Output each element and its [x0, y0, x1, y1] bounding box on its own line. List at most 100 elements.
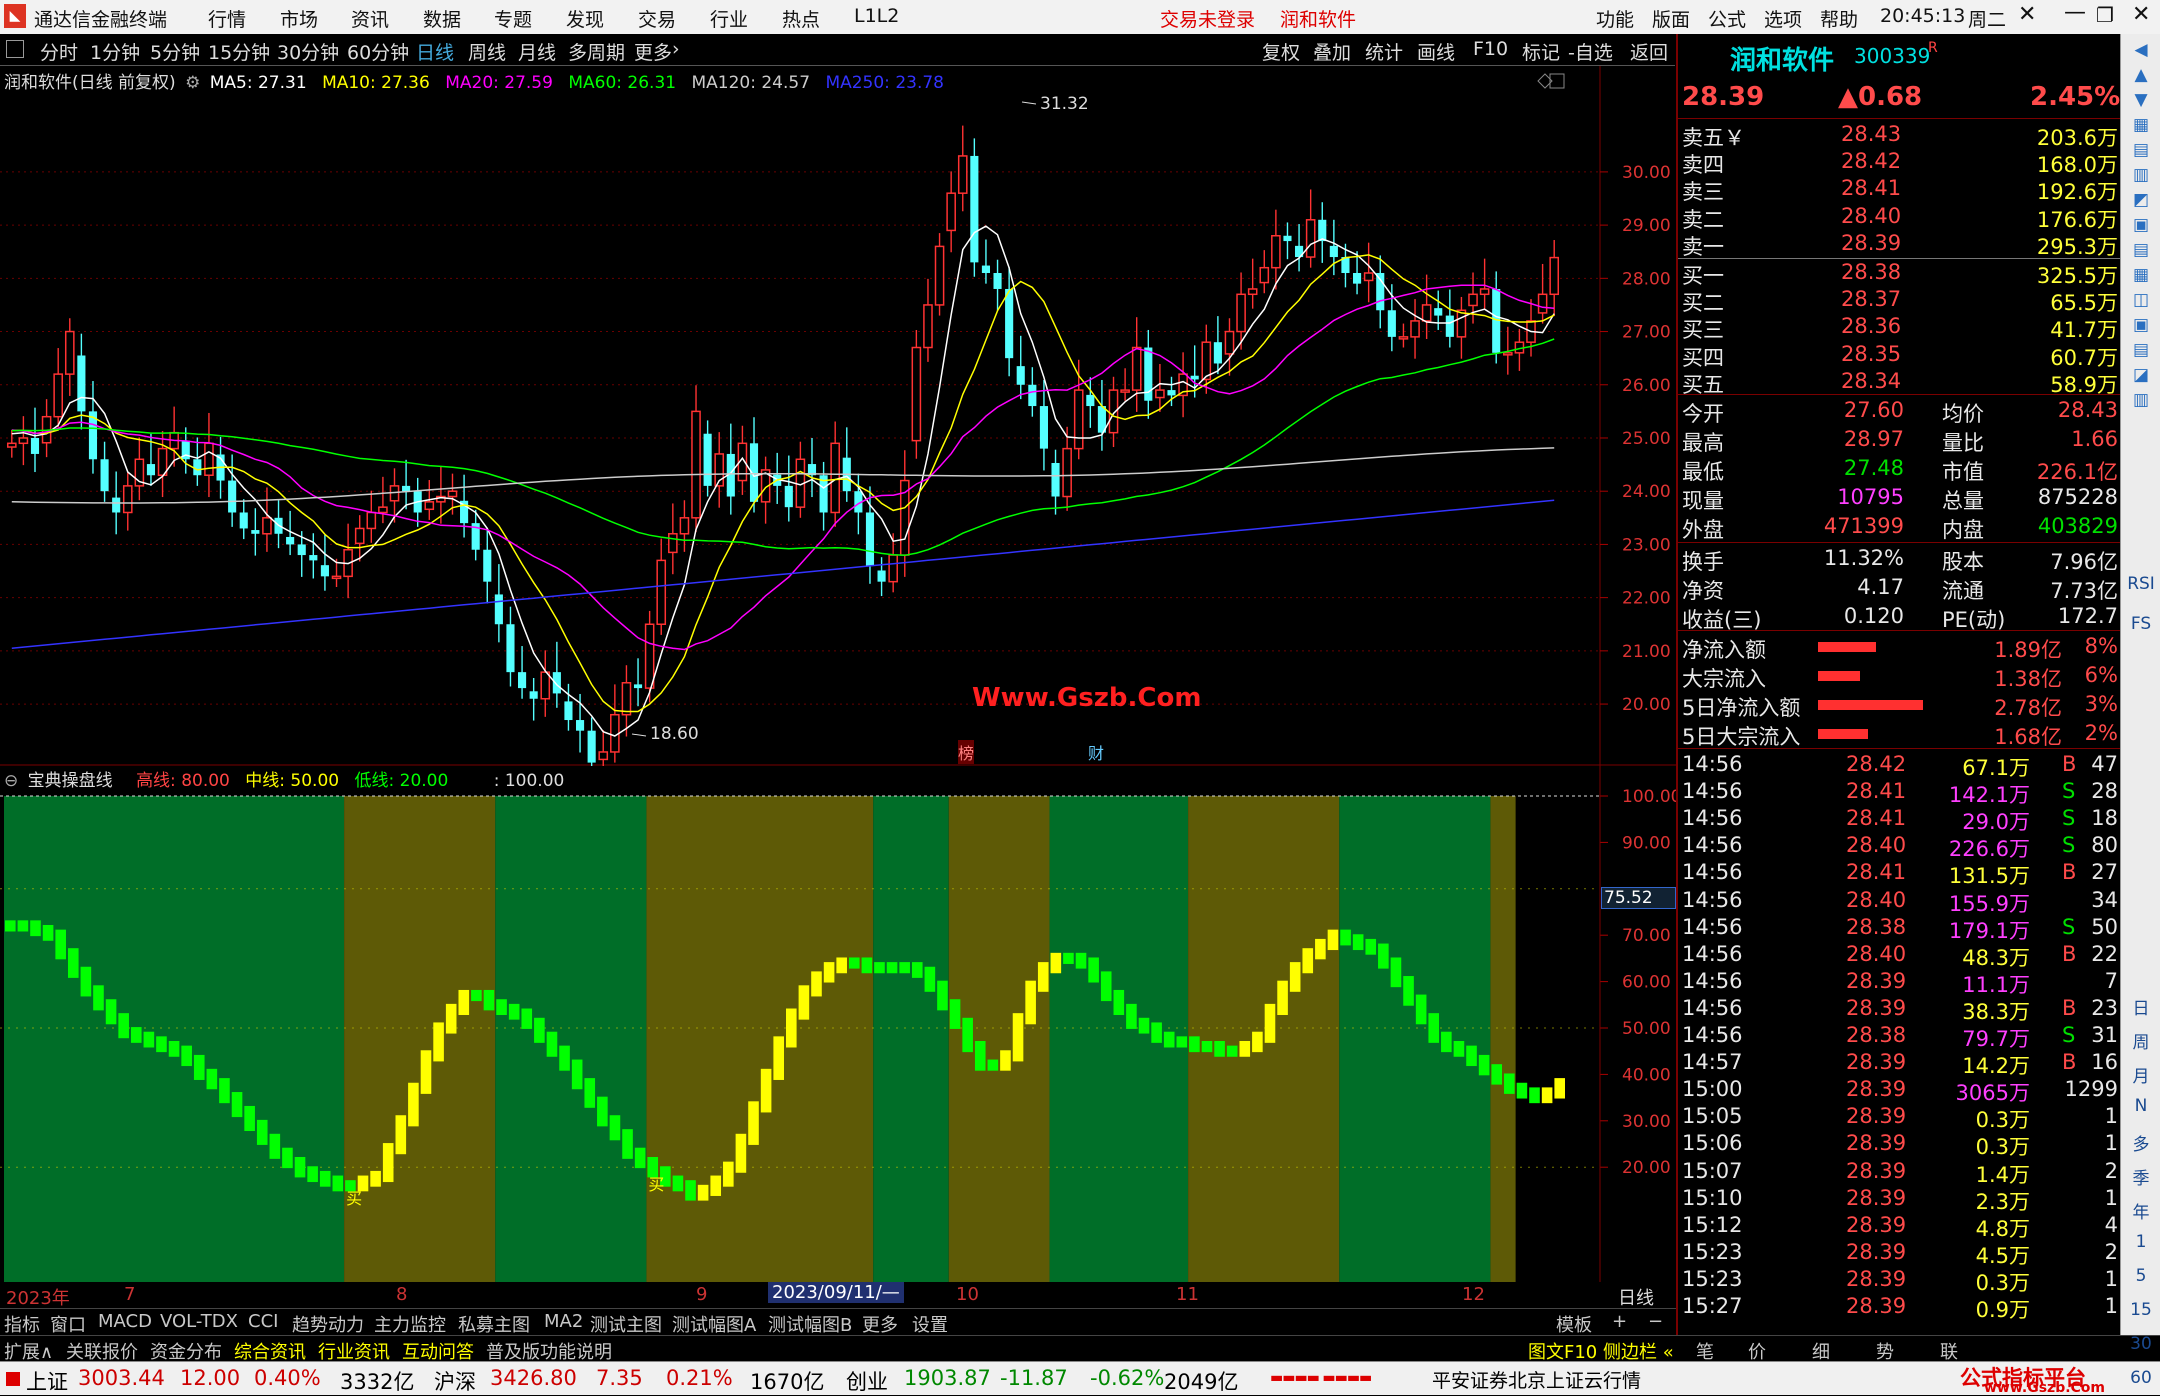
side-tool-icon[interactable]: ▣	[2121, 315, 2160, 335]
index-name[interactable]: 上证	[26, 1366, 68, 1396]
side-period-button[interactable]: 60	[2121, 1368, 2160, 1388]
side-tool-icon[interactable]: ◫	[2121, 290, 2160, 310]
side-tool-icon[interactable]: ▼	[2121, 90, 2160, 110]
side-period-button[interactable]: FS	[2121, 614, 2160, 634]
index-name[interactable]: 沪深	[434, 1366, 476, 1396]
index-name[interactable]: 创业	[846, 1366, 888, 1396]
indicator-tab[interactable]: VOL-TDX	[160, 1311, 238, 1332]
period-tab[interactable]: 多周期	[568, 38, 625, 65]
tool-button[interactable]: 返回	[1630, 38, 1668, 65]
indicator-tab[interactable]: 窗口	[50, 1311, 86, 1337]
menu-item[interactable]: 行业	[710, 5, 748, 32]
side-period-button[interactable]: 日	[2121, 994, 2160, 1019]
kline-chart[interactable]: 30.00 29.00 28.00 27.00 26.00 25.00 24.00 23.00…	[0, 66, 1676, 781]
side-period-button[interactable]: 月	[2121, 1062, 2160, 1087]
side-tool-icon[interactable]: ▥	[2121, 165, 2160, 185]
window-restore-icon[interactable]: ❐	[2096, 3, 2114, 27]
menu-item[interactable]: L1L2	[854, 5, 899, 27]
period-tab[interactable]: 分时	[40, 38, 78, 65]
remove-button[interactable]: −	[1648, 1311, 1663, 1332]
panel-toggle-icon[interactable]	[6, 40, 24, 58]
index-pct: 0.40%	[254, 1366, 321, 1390]
indicator-tab[interactable]: 指标	[4, 1311, 40, 1337]
collapse-icon[interactable]: ⊖	[4, 771, 18, 791]
tick-side: S	[2062, 833, 2076, 858]
menu-item[interactable]: 行情	[208, 5, 246, 32]
side-period-button[interactable]: 5	[2121, 1266, 2160, 1286]
menu-item[interactable]: 热点	[782, 5, 820, 32]
indicator-tab[interactable]: 趋势动力	[292, 1311, 364, 1337]
indicator-tab[interactable]: 私募主图	[458, 1311, 530, 1337]
menu-item[interactable]: 选项	[1764, 5, 1802, 32]
period-tab[interactable]: 月线	[518, 38, 556, 65]
indicator-tab[interactable]: MACD	[98, 1311, 152, 1332]
period-tab[interactable]: 周线	[468, 38, 506, 65]
tool-button[interactable]: F10	[1473, 38, 1508, 60]
menu-item[interactable]: 版面	[1652, 5, 1690, 32]
bang-badge[interactable]: 榜	[958, 740, 975, 764]
candle-body	[483, 549, 492, 582]
side-period-button[interactable]: 年	[2121, 1198, 2160, 1223]
indicator-tab[interactable]: MA2	[544, 1311, 583, 1332]
indicator-tab[interactable]: 测试幅图A	[672, 1311, 756, 1337]
menu-item[interactable]: 公式	[1708, 5, 1746, 32]
indicator-svg[interactable]: 买买100.0090.0070.0060.0050.0040.0030.0020…	[0, 766, 1681, 1282]
indicator-tab[interactable]: 主力监控	[374, 1311, 446, 1337]
indicator-chart[interactable]: 买买 100.00 90.00 70.00 60.00 50.00 40.00 30.00 20…	[0, 766, 1681, 1282]
menu-item[interactable]: 市场	[280, 5, 318, 32]
side-tool-icon[interactable]: ▦	[2121, 265, 2160, 285]
period-tab[interactable]: 30分钟	[277, 38, 339, 65]
indicator-tab[interactable]: 设置	[912, 1311, 948, 1337]
menu-item[interactable]: 帮助	[1820, 5, 1858, 32]
side-tool-icon[interactable]: ▣	[2121, 215, 2160, 235]
side-tool-icon[interactable]: ◪	[2121, 365, 2160, 385]
indicator-tab[interactable]: 更多	[862, 1311, 898, 1337]
menu-item[interactable]: 功能	[1596, 5, 1634, 32]
tool-button[interactable]: 复权	[1262, 38, 1300, 65]
menu-item[interactable]: 数据	[423, 5, 461, 32]
side-period-button[interactable]: 1	[2121, 1232, 2160, 1252]
side-tool-icon[interactable]: ▤	[2121, 140, 2160, 160]
side-period-button[interactable]: N	[2121, 1096, 2160, 1116]
side-period-button[interactable]: 多	[2121, 1130, 2160, 1155]
side-tool-icon[interactable]: ▦	[2121, 115, 2160, 135]
indicator-tab[interactable]: CCI	[248, 1311, 278, 1332]
period-tab[interactable]: 60分钟	[347, 38, 409, 65]
tool-button[interactable]: 画线	[1417, 38, 1455, 65]
side-period-button[interactable]: 30	[2121, 1334, 2160, 1354]
period-tab-active[interactable]: 日线	[416, 38, 454, 65]
side-tool-icon[interactable]: ◀	[2121, 40, 2160, 60]
indicator-tab[interactable]: 测试主图	[590, 1311, 662, 1337]
side-tool-icon[interactable]: ◩	[2121, 190, 2160, 210]
side-tool-icon[interactable]: ▲	[2121, 65, 2160, 85]
period-tab[interactable]: 5分钟	[150, 38, 200, 65]
period-tab[interactable]: 1分钟	[90, 38, 140, 65]
tool-button[interactable]: 标记	[1522, 38, 1560, 65]
template-button[interactable]: 模板	[1556, 1311, 1592, 1337]
window-close-icon[interactable]: ✕	[2018, 2, 2036, 27]
window-close-icon[interactable]: ✕	[2132, 2, 2150, 27]
settings-icon[interactable]: ⚙	[185, 73, 200, 93]
side-tool-icon[interactable]: ▥	[2121, 390, 2160, 410]
side-period-button[interactable]: RSI	[2121, 574, 2160, 594]
side-tool-icon[interactable]: ▤	[2121, 240, 2160, 260]
tool-button[interactable]: -自选	[1568, 38, 1613, 65]
trade-login-status[interactable]: 交易未登录	[1160, 5, 1255, 32]
menu-item[interactable]: 专题	[494, 5, 532, 32]
menu-item[interactable]: 发现	[566, 5, 604, 32]
side-period-button[interactable]: 季	[2121, 1164, 2160, 1189]
side-period-button[interactable]: 周	[2121, 1028, 2160, 1053]
side-tool-icon[interactable]: ▤	[2121, 340, 2160, 360]
menu-item[interactable]: 资讯	[351, 5, 389, 32]
indicator-tab[interactable]: 测试幅图B	[768, 1311, 852, 1337]
side-period-button[interactable]: 15	[2121, 1300, 2160, 1320]
kline-svg[interactable]: 30.00 29.00 28.00 27.00 26.00 25.00 24.00 23.00…	[0, 66, 1676, 781]
tool-button[interactable]: 统计	[1365, 38, 1403, 65]
menu-item[interactable]: 交易	[638, 5, 676, 32]
period-tab-more[interactable]: 更多	[634, 38, 672, 65]
add-button[interactable]: +	[1612, 1311, 1627, 1332]
cai-badge[interactable]: 财	[1088, 740, 1104, 764]
period-tab[interactable]: 15分钟	[208, 38, 270, 65]
tool-button[interactable]: 叠加	[1313, 38, 1351, 65]
window-minimize-icon[interactable]: —	[2064, 0, 2086, 25]
